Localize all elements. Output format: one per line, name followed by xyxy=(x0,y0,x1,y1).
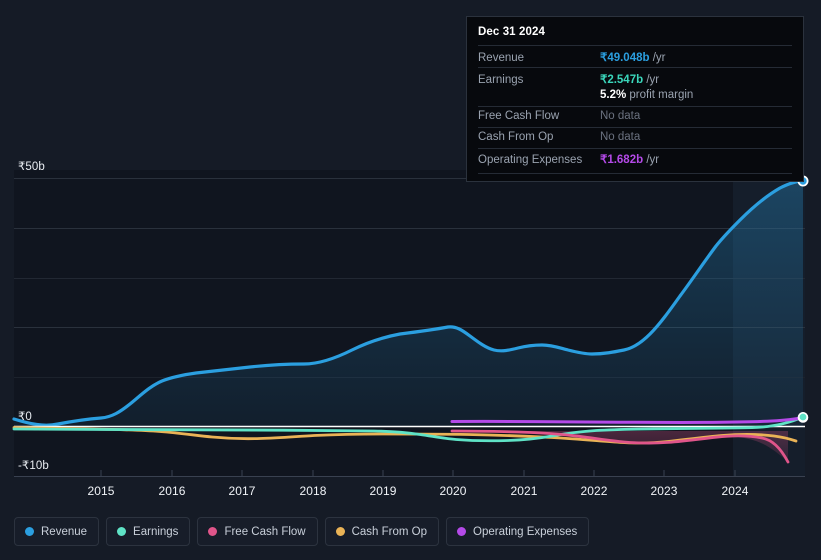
y-axis-label-minus10b: -₹10b xyxy=(18,460,49,472)
tooltip-value-free-cash-flow: No data xyxy=(600,110,641,122)
legend-dot-revenue-icon xyxy=(25,527,34,536)
legend-label-operating-expenses: Operating Expenses xyxy=(473,525,578,538)
legend-dot-earnings-icon xyxy=(117,527,127,536)
tooltip-value-operating-expenses: ₹1.682b /yr xyxy=(600,152,659,166)
tooltip-label-operating-expenses: Operating Expenses xyxy=(478,154,583,166)
x-axis-label-2015: 2015 xyxy=(87,484,115,498)
legend-label-free-cash-flow: Free Cash Flow xyxy=(224,525,306,538)
chart-tooltip: Dec 31 2024 Revenue ₹49.048b /yr Earning… xyxy=(466,16,804,182)
x-axis-label-2016: 2016 xyxy=(158,484,186,498)
tooltip-value-operating-expenses-suffix: /yr xyxy=(643,154,660,166)
x-axis-label-2017: 2017 xyxy=(228,484,256,498)
tooltip-label-cash-from-op: Cash From Op xyxy=(478,131,554,143)
legend-dot-operating-expenses-icon xyxy=(457,527,467,536)
legend-dot-free-cash-flow-icon xyxy=(208,527,218,536)
legend-label-revenue: Revenue xyxy=(41,525,88,538)
legend-label-cash-from-op: Cash From Op xyxy=(351,525,428,538)
tooltip-bottom-divider xyxy=(478,173,792,174)
tooltip-value-earnings-number: ₹2.547b xyxy=(600,73,644,86)
y-axis-label-50b: ₹50b xyxy=(18,161,45,173)
tooltip-value-earnings-suffix: /yr xyxy=(643,73,660,86)
legend-item-cash-from-op[interactable]: Cash From Op xyxy=(324,517,440,546)
tooltip-label-free-cash-flow: Free Cash Flow xyxy=(478,110,560,122)
tooltip-value-operating-expenses-number: ₹1.682b xyxy=(600,154,644,166)
x-axis-label-2018: 2018 xyxy=(299,484,327,498)
tooltip-label-earnings: Earnings xyxy=(478,73,524,86)
legend-item-free-cash-flow[interactable]: Free Cash Flow xyxy=(197,517,318,546)
legend-dot-cash-from-op-icon xyxy=(335,527,345,536)
tooltip-row-operating-expenses: Operating Expenses ₹1.682b /yr xyxy=(478,147,792,170)
earnings-endpoint-marker xyxy=(797,411,808,422)
tooltip-value-profit-margin-suffix: profit margin xyxy=(626,89,694,101)
legend-item-operating-expenses[interactable]: Operating Expenses xyxy=(446,517,590,546)
tooltip-value-revenue-suffix: /yr xyxy=(649,51,666,64)
legend-item-revenue[interactable]: Revenue xyxy=(14,517,100,546)
x-axis-label-2020: 2020 xyxy=(439,484,467,498)
tooltip-value-revenue-number: ₹49.048b xyxy=(600,51,650,64)
x-axis-label-2023: 2023 xyxy=(650,484,678,498)
legend-item-earnings[interactable]: Earnings xyxy=(106,517,191,546)
tooltip-value-profit-margin-number: 5.2% xyxy=(600,89,627,101)
x-axis-label-2024: 2024 xyxy=(721,484,749,498)
tooltip-value-profit-margin: 5.2% profit margin xyxy=(600,89,693,101)
x-axis-label-2021: 2021 xyxy=(510,484,538,498)
tooltip-row-profit-margin: 5.2% profit margin xyxy=(478,89,792,106)
chart-legend: Revenue Earnings Free Cash Flow Cash Fro… xyxy=(14,517,590,546)
tooltip-row-cash-from-op: Cash From Op No data xyxy=(478,126,792,148)
x-axis-label-2019: 2019 xyxy=(369,484,397,498)
y-axis-label-0: ₹0 xyxy=(18,411,32,423)
tooltip-label-revenue: Revenue xyxy=(478,51,525,64)
tooltip-value-cash-from-op: No data xyxy=(600,131,641,143)
tooltip-row-earnings: Earnings ₹2.547b /yr xyxy=(478,67,792,89)
tooltip-row-revenue: Revenue ₹49.048b /yr xyxy=(478,45,792,67)
tooltip-row-free-cash-flow: Free Cash Flow No data xyxy=(478,105,792,127)
x-axis-label-2022: 2022 xyxy=(580,484,608,498)
tooltip-date-title: Dec 31 2024 xyxy=(478,26,545,38)
tooltip-value-earnings: ₹2.547b /yr xyxy=(600,72,659,86)
legend-label-earnings: Earnings xyxy=(133,525,179,538)
tooltip-value-revenue: ₹49.048b /yr xyxy=(600,50,666,64)
